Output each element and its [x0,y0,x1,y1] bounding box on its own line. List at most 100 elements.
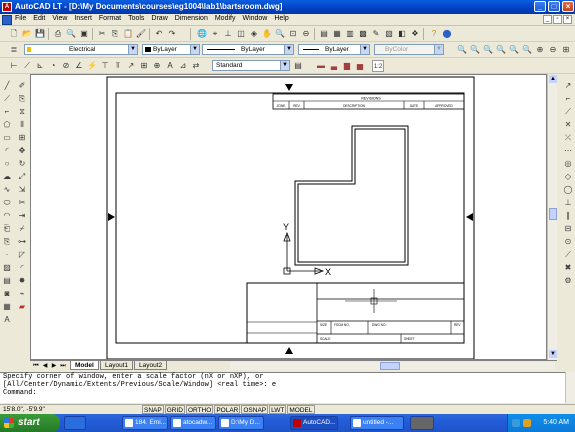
construction-line-icon[interactable]: ⟋ [1,93,13,105]
menu-format[interactable]: Format [99,15,121,22]
polyline-icon[interactable]: ⌐ [1,106,13,118]
menu-tools[interactable]: Tools [128,15,144,22]
line-icon[interactable]: ╱ [1,80,13,92]
scale-icon[interactable]: ⤢ [16,171,28,183]
close-button[interactable]: × [562,1,574,12]
ellipse-arc-icon[interactable]: ◠ [1,210,13,222]
rotate-icon[interactable]: ↻ [16,158,28,170]
scroll-up-icon[interactable]: ▲ [549,75,557,83]
revision-cloud-icon[interactable]: ☁ [1,171,13,183]
menu-insert[interactable]: Insert [74,15,92,22]
pan-icon[interactable]: ✋ [261,28,273,40]
lineweight-dropdown[interactable]: ByLayer ▼ [298,44,370,55]
snap-toggle[interactable]: SNAP [142,405,164,414]
snap-nearest-icon[interactable]: ⟋ [562,249,574,261]
volume-icon[interactable] [523,419,531,427]
circle-icon[interactable]: ○ [1,158,13,170]
model-toggle[interactable]: MODEL [287,405,315,414]
next-tab-icon[interactable]: ▶ [50,362,58,370]
3d-view-icon[interactable]: ◈ [248,28,260,40]
gradient-icon[interactable]: ▤ [1,275,13,287]
zoom-window-icon[interactable]: ⊡ [287,28,299,40]
cut-icon[interactable]: ✂ [96,28,108,40]
dimension-update-icon[interactable]: ⇄ [190,60,202,72]
extend-icon[interactable]: ⇥ [16,210,28,222]
lwt-toggle[interactable]: LWT [269,405,287,414]
mirror-icon[interactable]: ⧖ [16,106,28,118]
aligned-dimension-icon[interactable]: ⟋ [21,60,33,72]
layer-states-icon[interactable]: ◧ [396,28,408,40]
plot-preview-icon[interactable]: 🔍 [65,28,77,40]
first-tab-icon[interactable]: ⏮ [32,362,40,370]
doc-restore-button[interactable]: ▫ [553,15,562,24]
horizontal-scrollbar[interactable] [230,362,555,370]
redo-icon[interactable]: ↷ [166,28,178,40]
help-icon[interactable]: ? [428,28,440,40]
ucs-icon[interactable]: ⊥ [222,28,234,40]
menu-dimension[interactable]: Dimension [175,15,208,22]
network-icon[interactable] [512,419,520,427]
last-tab-icon[interactable]: ⏭ [59,362,67,370]
print-icon[interactable]: ⎙ [52,28,64,40]
copy-object-icon[interactable]: ⎘ [16,93,28,105]
osnap-toggle[interactable]: OSNAP [241,405,269,414]
dimension-style-icon[interactable]: ▤ [292,60,304,72]
osnap-settings-icon[interactable]: ⚙ [562,275,574,287]
save-icon[interactable]: 💾 [34,28,46,40]
ellipse-icon[interactable]: ⬭ [1,197,13,209]
shelf-icon[interactable]: ▅ [354,60,366,72]
menu-window[interactable]: Window [242,15,267,22]
paste-icon[interactable]: 📋 [122,28,134,40]
tool-palettes-icon[interactable]: ▥ [344,28,356,40]
hscroll-thumb[interactable] [380,362,400,370]
doc-minimize-button[interactable]: _ [543,15,552,24]
snap-midpoint-icon[interactable]: ⟋ [562,106,574,118]
zoom-scale-icon[interactable]: 🔍 [508,44,520,56]
fillet-icon[interactable]: ◜ [16,262,28,274]
zoom-window-icon[interactable]: 🔍 [482,44,494,56]
menu-draw[interactable]: Draw [151,15,167,22]
radius-dimension-icon[interactable]: ◔ [47,60,59,72]
linear-dimension-icon[interactable]: ⊢ [8,60,20,72]
center-mark-icon[interactable]: ⊕ [151,60,163,72]
spline-icon[interactable]: ∿ [1,184,13,196]
stretch-icon[interactable]: ⇲ [16,184,28,196]
document-icon[interactable] [2,15,12,25]
erase-icon[interactable]: ✐ [16,80,28,92]
blocks-icon[interactable]: ❖ [409,28,421,40]
hatch-icon[interactable]: ▨ [1,262,13,274]
command-window[interactable]: Specify corner of window, enter a scale … [0,372,575,403]
menu-edit[interactable]: Edit [33,15,45,22]
quicklaunch-area[interactable] [64,416,86,430]
make-block-icon[interactable]: ⎘ [1,236,13,248]
linetype-dropdown[interactable]: ByLayer ▼ [202,44,294,55]
tab-layout2[interactable]: Layout2 [134,361,168,370]
snap-from-icon[interactable]: ⌖ [209,28,221,40]
drawing-canvas[interactable]: REVISIONS ZONE REV DESCRIPTION DATE APPR… [30,74,547,360]
continue-dimension-icon[interactable]: ⫪ [112,60,124,72]
snap-node-icon[interactable]: ⊙ [562,236,574,248]
array-icon[interactable]: ⊞ [16,132,28,144]
arc-icon[interactable]: ◜ [1,145,13,157]
properties-icon[interactable]: ▤ [318,28,330,40]
tab-layout1[interactable]: Layout1 [100,361,134,370]
trim-icon[interactable]: ✂ [16,197,28,209]
command-scrollbar[interactable] [565,372,575,403]
temporary-track-icon[interactable]: ↗ [562,80,574,92]
snap-quadrant-icon[interactable]: ◇ [562,171,574,183]
prev-tab-icon[interactable]: ◀ [41,362,49,370]
insert-block-icon[interactable]: ⎗ [1,223,13,235]
scroll-down-icon[interactable]: ▼ [549,350,557,358]
snap-insert-icon[interactable]: ⊟ [562,223,574,235]
open-icon[interactable]: 📂 [21,28,33,40]
menu-file[interactable]: File [15,15,26,22]
zoom-out-icon[interactable]: ⊖ [547,44,559,56]
angular-dimension-icon[interactable]: ∠ [73,60,85,72]
baseline-dimension-icon[interactable]: ⊤ [99,60,111,72]
diameter-dimension-icon[interactable]: ⊘ [60,60,72,72]
undo-icon[interactable]: ↶ [153,28,165,40]
zoom-in-icon[interactable]: ⊕ [534,44,546,56]
copy-icon[interactable]: ⎘ [109,28,121,40]
color-dropdown[interactable]: ByLayer ▼ [142,44,200,55]
region-icon[interactable]: ◙ [1,288,13,300]
